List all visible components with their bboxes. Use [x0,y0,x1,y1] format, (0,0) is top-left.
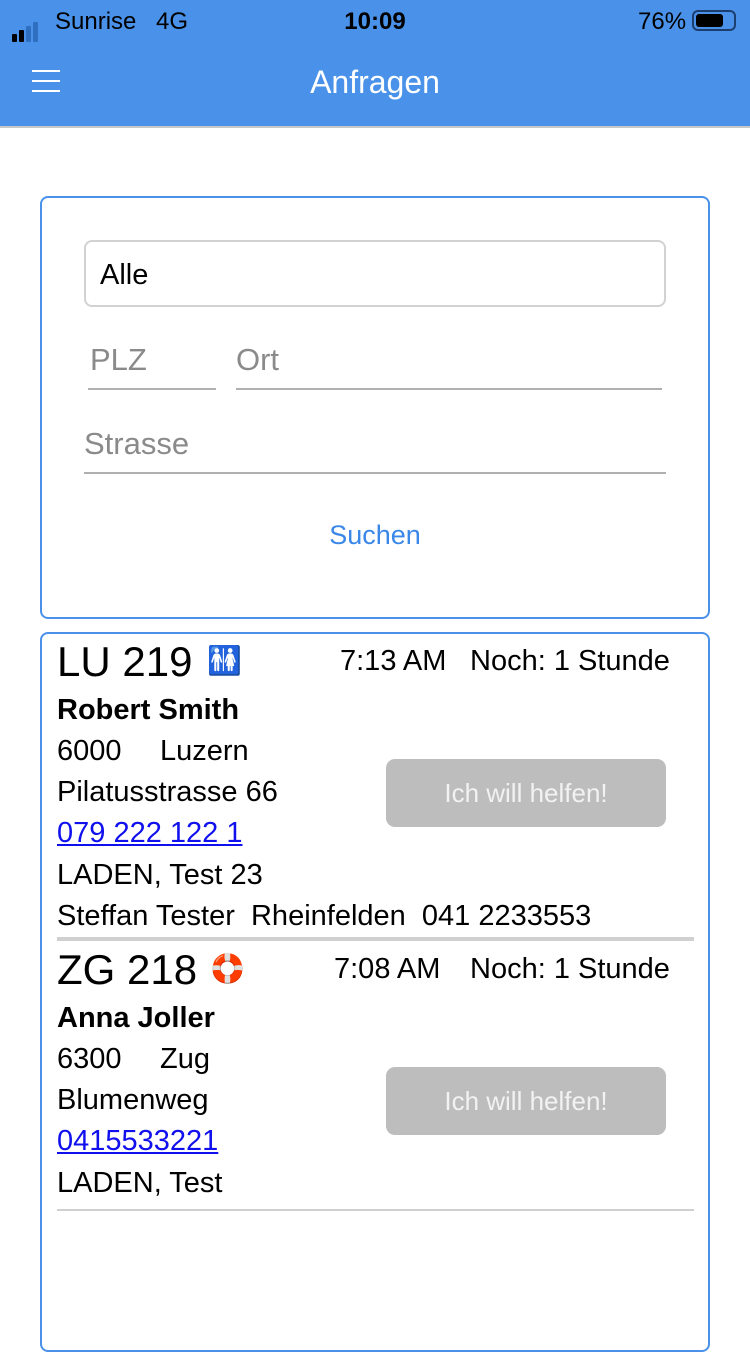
request-phone-link[interactable]: 0415533221 [57,1121,218,1162]
plz-input[interactable]: PLZ [88,342,216,390]
request-code: ZG 218 [57,946,198,993]
request-time: 7:13 AM [340,645,447,677]
request-plz: 6300 [57,1043,122,1075]
strasse-input[interactable]: Strasse [84,426,666,474]
request-city: Zug [160,1043,210,1075]
page-title: Anfragen [310,64,440,100]
request-phone-link[interactable]: 079 222 122 1 [57,813,242,854]
request-street: Blumenweg [57,1084,209,1116]
category-select[interactable]: Alle [84,240,666,307]
request-contact: Steffan Tester Rheinfelden 041 2233553 [57,900,592,932]
request-time: 7:08 AM [334,953,441,985]
ort-input[interactable]: Ort [236,342,662,390]
request-code: LU 219 [57,638,193,685]
lifebuoy-icon: 🛟 [210,953,245,984]
request-city: Luzern [160,735,249,767]
request-name: Robert Smith [57,694,240,726]
people-icon: 🚻 [207,645,242,676]
help-button[interactable]: Ich will helfen! [386,759,666,827]
divider [57,937,694,941]
request-remaining: Noch: 1 Stunde [470,953,670,985]
request-shop: LADEN, Test 23 [57,859,263,891]
app-header: Sunrise 4G 10:09 76% Anfragen [0,0,750,128]
request-remaining: Noch: 1 Stunde [470,645,670,677]
request-plz: 6000 [57,735,122,767]
divider [57,1209,694,1211]
request-name: Anna Joller [57,1002,215,1034]
request-shop: LADEN, Test [57,1167,223,1199]
search-button[interactable]: Suchen [0,520,750,551]
request-street: Pilatusstrasse 66 [57,776,278,808]
battery-percent: 76% [638,8,687,35]
battery-icon [692,10,736,31]
help-button[interactable]: Ich will helfen! [386,1067,666,1135]
